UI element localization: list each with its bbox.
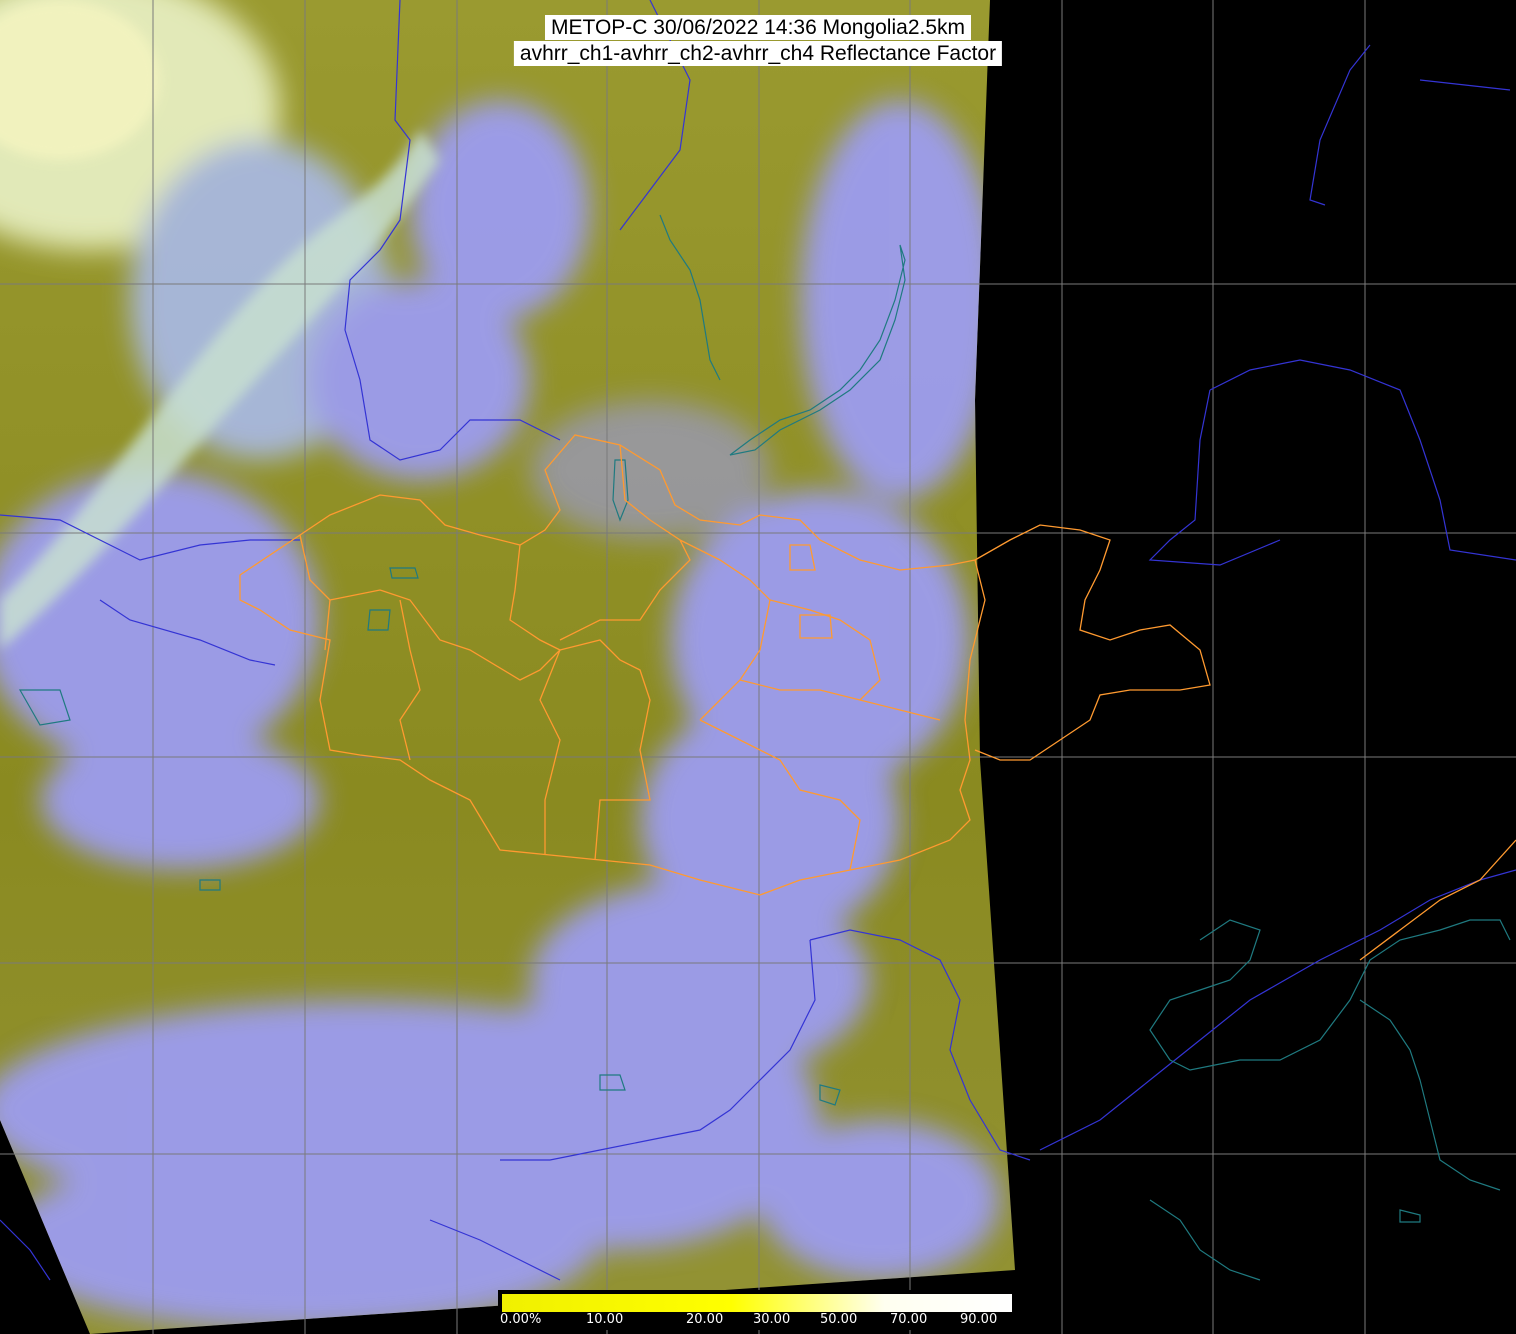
- colorbar-label: 0.00%: [500, 1312, 542, 1327]
- colorbar-ramp: [502, 1294, 1012, 1312]
- colorbar: 0.00% 10.00 20.00 30.00 50.00 70.00 90.0…: [498, 1290, 1016, 1330]
- satellite-swath: [0, 0, 1015, 1334]
- colorbar-label: 70.00: [890, 1312, 928, 1327]
- satellite-map: [0, 0, 1516, 1334]
- map-subtitle: avhrr_ch1-avhrr_ch2-avhrr_ch4 Reflectanc…: [513, 41, 1003, 66]
- map-title: METOP-C 30/06/2022 14:36 Mongolia2.5km: [544, 15, 972, 40]
- colorbar-label: 30.00: [753, 1312, 791, 1327]
- colorbar-label: 90.00: [960, 1312, 998, 1327]
- colorbar-label: 50.00: [820, 1312, 858, 1327]
- colorbar-label: 20.00: [686, 1312, 724, 1327]
- colorbar-label: 10.00: [586, 1312, 624, 1327]
